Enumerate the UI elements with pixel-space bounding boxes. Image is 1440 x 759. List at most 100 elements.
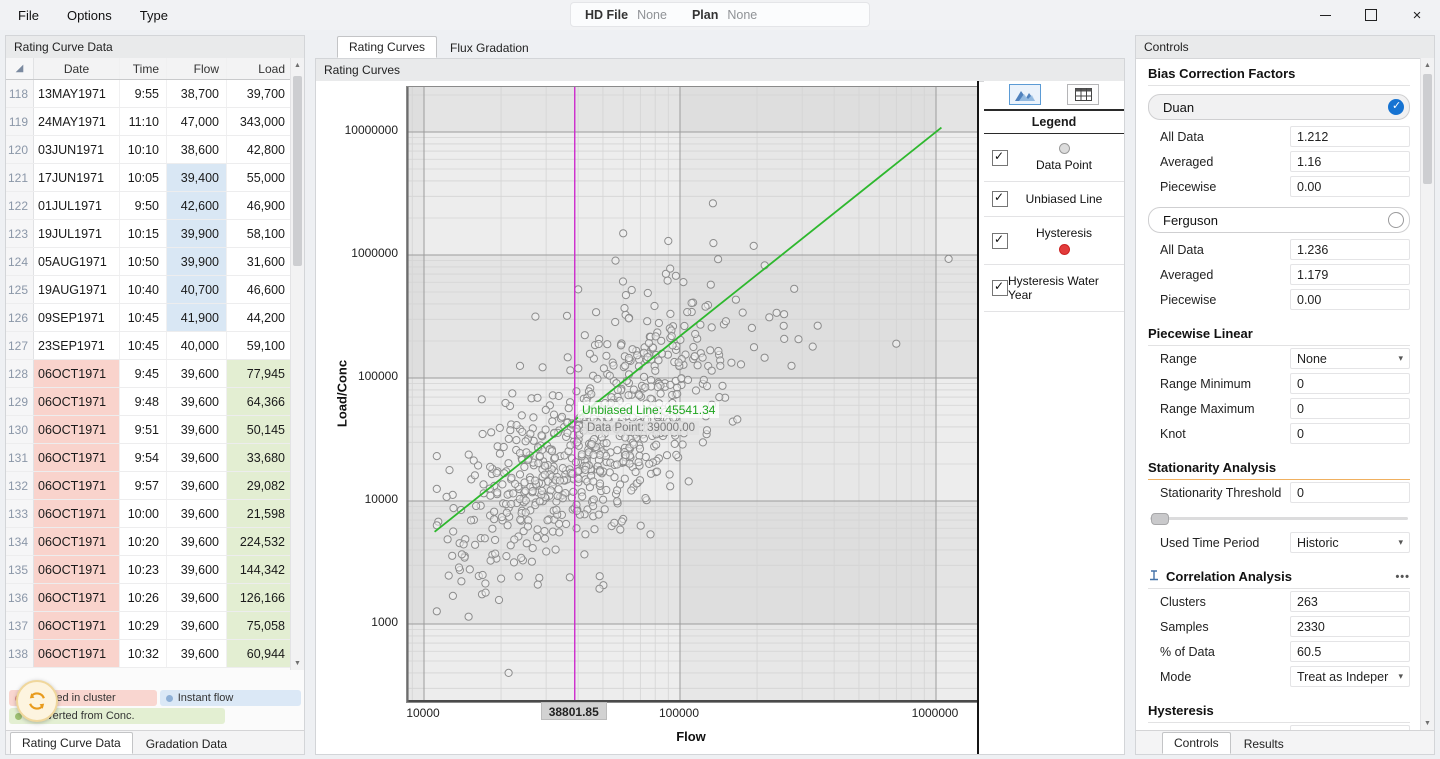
row-number[interactable]: 122	[6, 192, 34, 219]
cell-date[interactable]: 06OCT1971	[34, 444, 120, 471]
tab-results[interactable]: Results	[1233, 734, 1295, 754]
cell-date[interactable]: 06OCT1971	[34, 528, 120, 555]
cell-load[interactable]: 55,000	[227, 164, 292, 191]
cell-time[interactable]: 10:23	[120, 556, 167, 583]
cell-flow[interactable]: 39,600	[167, 528, 227, 555]
minimize-button[interactable]	[1302, 0, 1348, 30]
column-header-load[interactable]: Load	[227, 58, 292, 79]
cell-time[interactable]: 11:10	[120, 108, 167, 135]
cell-flow[interactable]: 39,600	[167, 556, 227, 583]
scroll-down-icon[interactable]: ▼	[1421, 716, 1434, 730]
cell-date[interactable]: 01JUL1971	[34, 192, 120, 219]
cell-flow[interactable]: 39,600	[167, 584, 227, 611]
piecewise-input[interactable]: 0.00	[1290, 289, 1410, 310]
cell-time[interactable]: 9:48	[120, 388, 167, 415]
cell-time[interactable]: 10:00	[120, 500, 167, 527]
cell-date[interactable]: 06OCT1971	[34, 472, 120, 499]
radio-button[interactable]	[1388, 99, 1404, 115]
row-number[interactable]: 132	[6, 472, 34, 499]
cell-flow[interactable]: 39,400	[167, 164, 227, 191]
tab-controls[interactable]: Controls	[1162, 732, 1231, 754]
cell-flow[interactable]: 40,700	[167, 276, 227, 303]
row-number[interactable]: 136	[6, 584, 34, 611]
cell-time[interactable]: 10:50	[120, 248, 167, 275]
row-number[interactable]: 124	[6, 248, 34, 275]
scatter-plot[interactable]	[406, 86, 978, 703]
row-number[interactable]: 126	[6, 304, 34, 331]
cell-flow[interactable]: 39,600	[167, 388, 227, 415]
cell-flow[interactable]: 39,900	[167, 248, 227, 275]
cell-load[interactable]: 77,945	[227, 360, 292, 387]
panel-splitter[interactable]	[977, 81, 979, 754]
knot-input[interactable]: 0	[1290, 423, 1410, 444]
cell-flow[interactable]: 38,700	[167, 80, 227, 107]
cell-time[interactable]: 10:29	[120, 612, 167, 639]
row-number[interactable]: 131	[6, 444, 34, 471]
cell-flow[interactable]: 39,600	[167, 640, 227, 667]
tab-gradation-data[interactable]: Gradation Data	[135, 734, 238, 754]
cell-time[interactable]: 9:50	[120, 192, 167, 219]
close-button[interactable]: ×	[1394, 0, 1440, 30]
cell-load[interactable]: 29,082	[227, 472, 292, 499]
more-options-button[interactable]: •••	[1395, 571, 1410, 583]
cell-flow[interactable]: 39,600	[167, 472, 227, 499]
cell-date[interactable]: 13MAY1971	[34, 80, 120, 107]
cell-flow[interactable]: 39,600	[167, 444, 227, 471]
range-select[interactable]: None▾	[1290, 348, 1410, 369]
select-all-cell[interactable]: ◢	[6, 58, 34, 79]
row-number[interactable]: 134	[6, 528, 34, 555]
averaged-input[interactable]: 1.16	[1290, 151, 1410, 172]
cell-load[interactable]: 46,600	[227, 276, 292, 303]
mode-select[interactable]: Treat as Indeper▾	[1290, 666, 1410, 687]
maximize-button[interactable]	[1348, 0, 1394, 30]
cell-load[interactable]: 60,944	[227, 640, 292, 667]
row-number[interactable]: 119	[6, 108, 34, 135]
cell-load[interactable]: 33,680	[227, 444, 292, 471]
cell-load[interactable]: 42,800	[227, 136, 292, 163]
cell-flow[interactable]: 42,600	[167, 192, 227, 219]
checkbox[interactable]	[992, 280, 1008, 296]
cell-date[interactable]: 17JUN1971	[34, 164, 120, 191]
all-data-input[interactable]: 1.212	[1290, 126, 1410, 147]
cell-load[interactable]: 21,598	[227, 500, 292, 527]
row-number[interactable]: 120	[6, 136, 34, 163]
column-header-date[interactable]: Date	[34, 58, 120, 79]
refresh-button[interactable]	[16, 680, 58, 722]
slider-handle[interactable]	[1151, 513, 1169, 525]
cell-date[interactable]: 06OCT1971	[34, 500, 120, 527]
clusters-input[interactable]: 263	[1290, 591, 1410, 612]
cell-date[interactable]: 09SEP1971	[34, 304, 120, 331]
cell-date[interactable]: 06OCT1971	[34, 360, 120, 387]
cell-load[interactable]: 44,200	[227, 304, 292, 331]
row-number[interactable]: 137	[6, 612, 34, 639]
cell-date[interactable]: 06OCT1971	[34, 584, 120, 611]
row-number[interactable]: 128	[6, 360, 34, 387]
cell-time[interactable]: 10:45	[120, 332, 167, 359]
cell-load[interactable]: 58,100	[227, 220, 292, 247]
cell-load[interactable]: 39,700	[227, 80, 292, 107]
-of-data-input[interactable]: 60.5	[1290, 641, 1410, 662]
table-view-button[interactable]	[1067, 84, 1099, 105]
used-time-period-select[interactable]: Historic▾	[1290, 532, 1410, 553]
radio-button[interactable]	[1388, 212, 1404, 228]
averaged-input[interactable]: 1.179	[1290, 264, 1410, 285]
cell-load[interactable]: 75,058	[227, 612, 292, 639]
checkbox[interactable]	[992, 191, 1008, 207]
cell-date[interactable]: 24MAY1971	[34, 108, 120, 135]
cell-time[interactable]: 9:57	[120, 472, 167, 499]
cell-time[interactable]: 10:40	[120, 276, 167, 303]
cell-time[interactable]: 9:45	[120, 360, 167, 387]
scroll-down-icon[interactable]: ▼	[291, 656, 304, 670]
cell-flow[interactable]: 39,600	[167, 360, 227, 387]
cell-date[interactable]: 19JUL1971	[34, 220, 120, 247]
range-minimum-input[interactable]: 0	[1290, 373, 1410, 394]
scroll-up-icon[interactable]: ▲	[1421, 58, 1434, 72]
menu-file[interactable]: File	[8, 5, 49, 26]
stationarity-threshold-input[interactable]: 0	[1290, 482, 1410, 503]
cell-date[interactable]: 06OCT1971	[34, 640, 120, 667]
cell-date[interactable]: 06OCT1971	[34, 388, 120, 415]
row-number[interactable]: 127	[6, 332, 34, 359]
cell-load[interactable]: 59,100	[227, 332, 292, 359]
scroll-up-icon[interactable]: ▲	[291, 58, 304, 72]
row-number[interactable]: 129	[6, 388, 34, 415]
